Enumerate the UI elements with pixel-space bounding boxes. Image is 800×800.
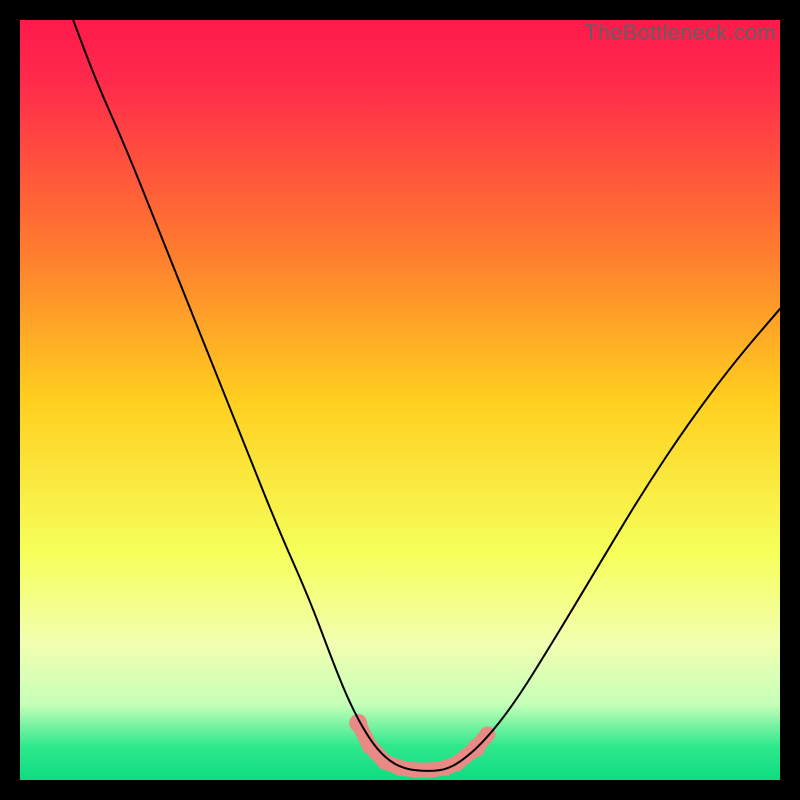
watermark-text: TheBottleneck.com: [584, 20, 776, 46]
chart-frame: TheBottleneck.com: [20, 20, 780, 780]
bottleneck-curve-chart: [20, 20, 780, 780]
gradient-background: [20, 20, 780, 780]
